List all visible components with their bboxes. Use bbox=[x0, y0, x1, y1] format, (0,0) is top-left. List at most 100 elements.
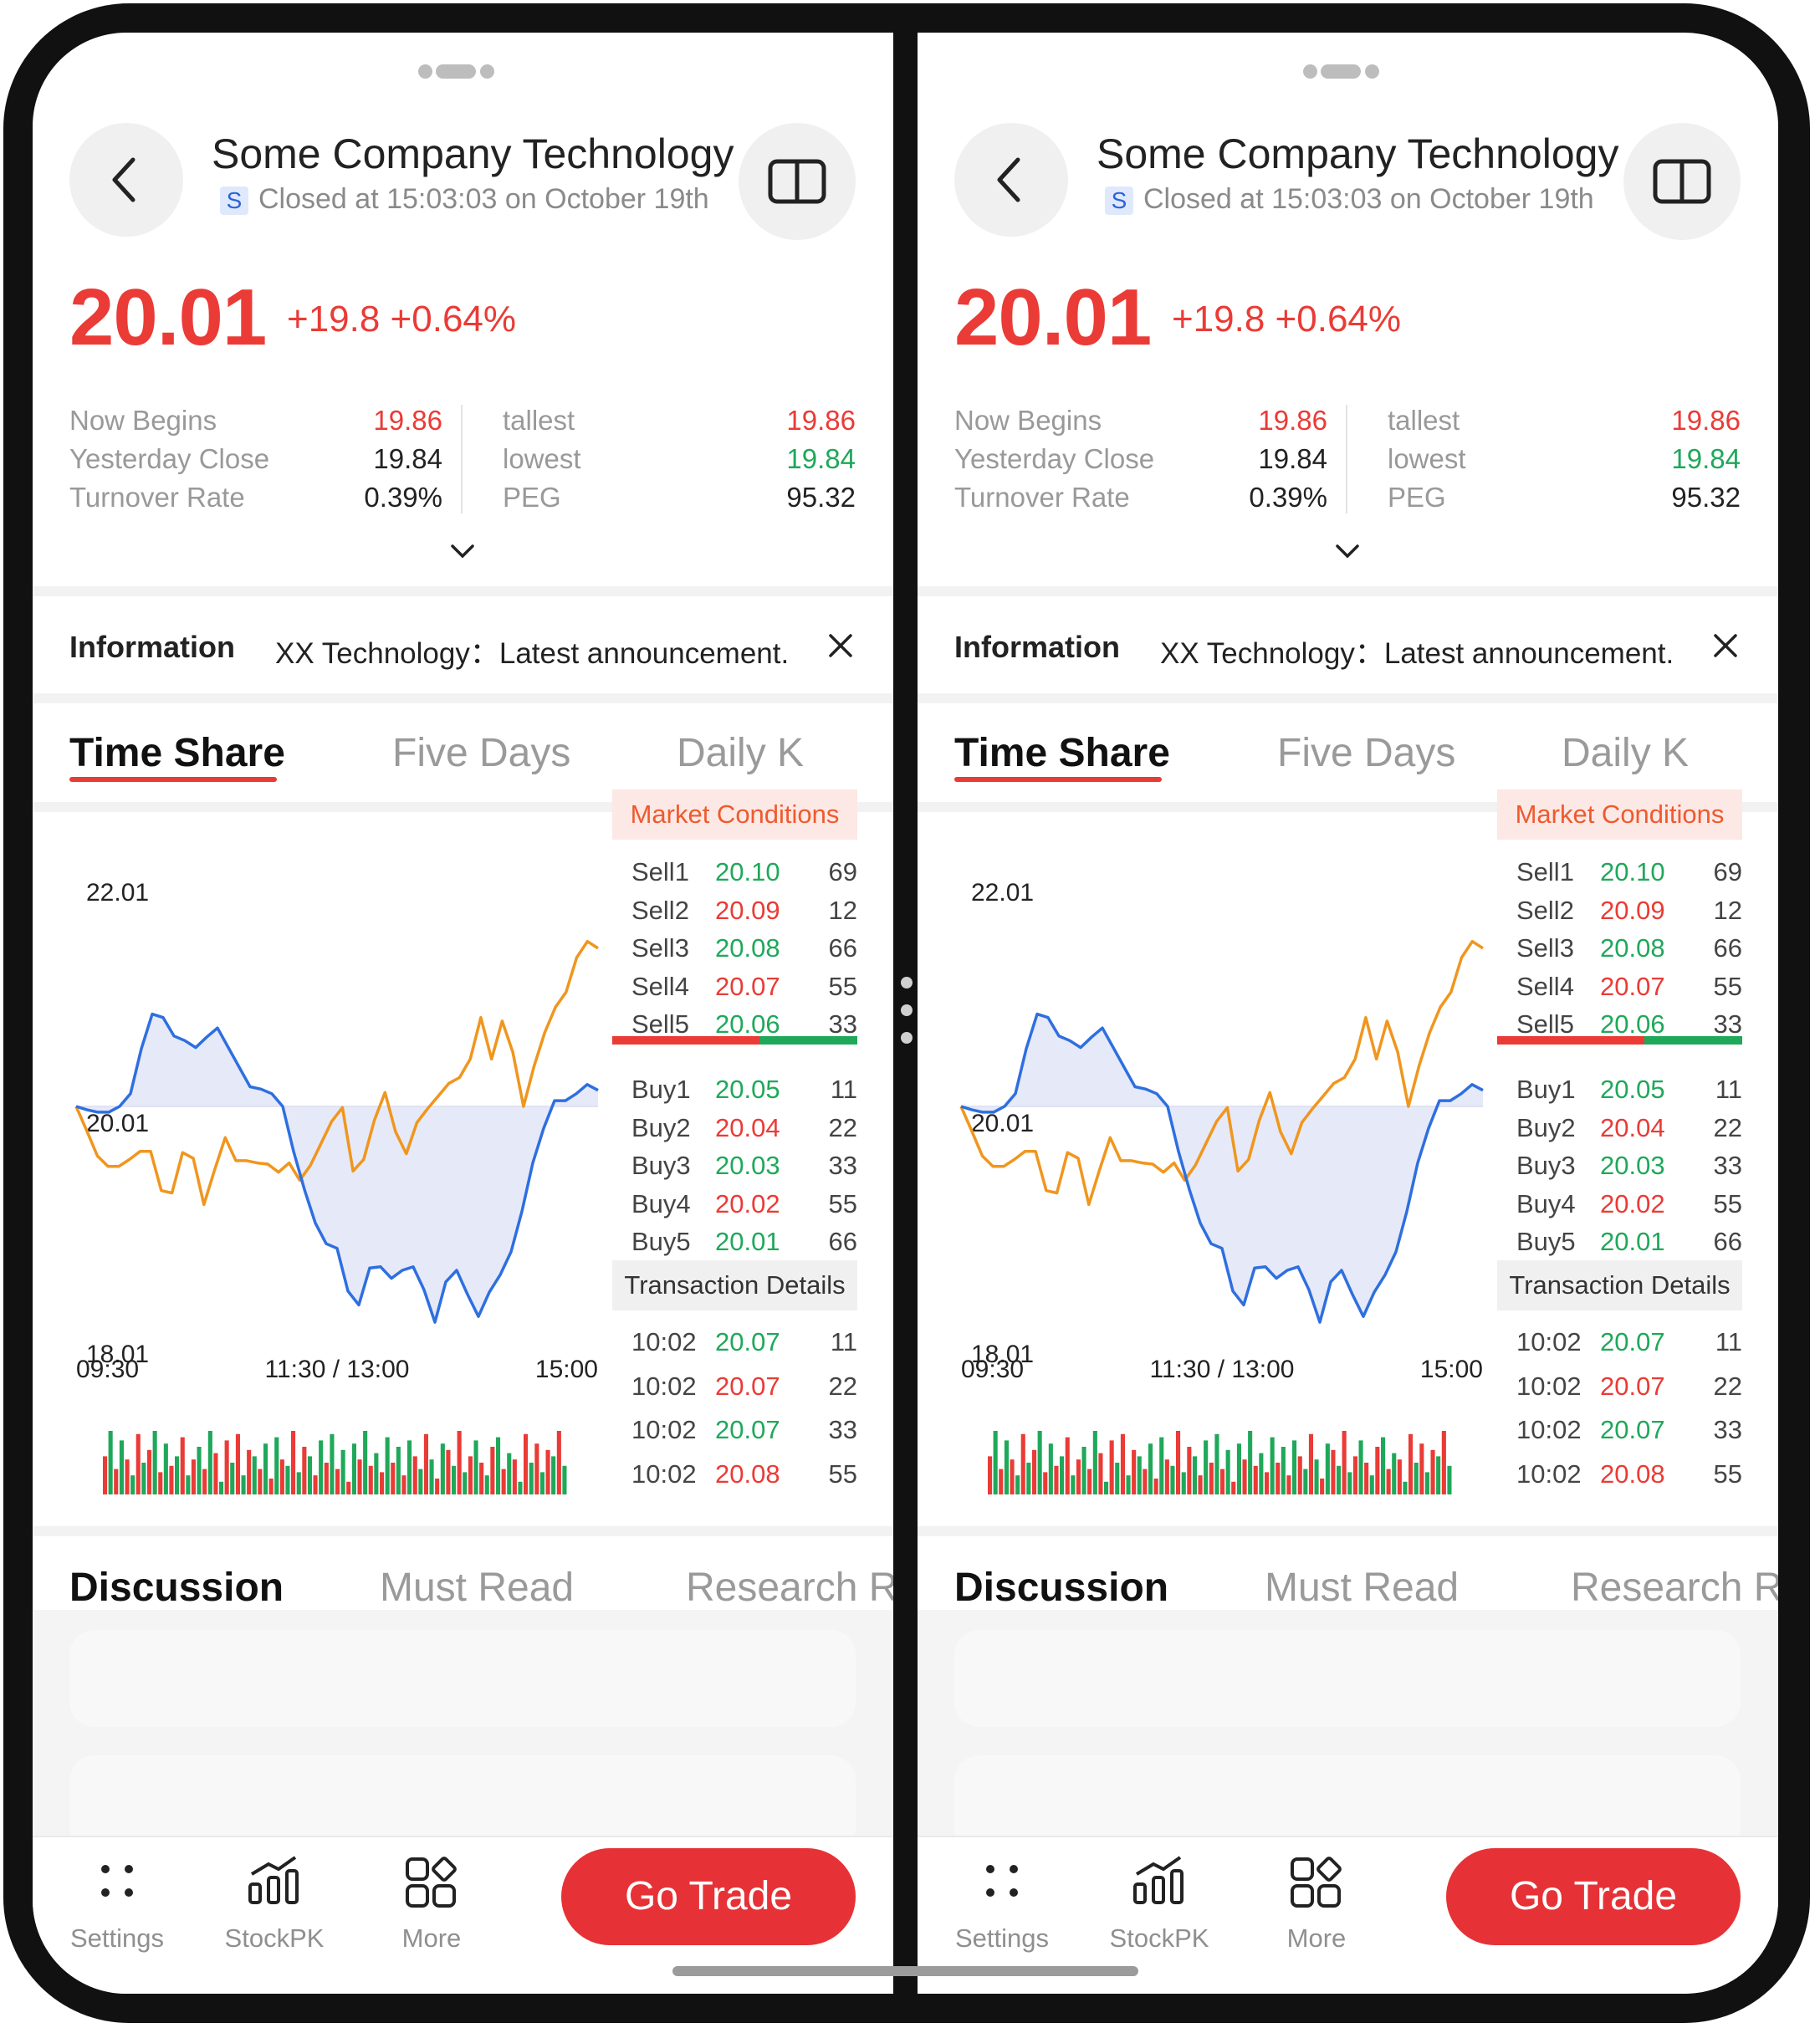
bid-row: Buy1 20.05 11 bbox=[1516, 1075, 1742, 1108]
volume-bar bbox=[1276, 1463, 1281, 1494]
quote-label: Yesterday Close bbox=[954, 443, 1155, 474]
ask-row: Sell4 20.07 55 bbox=[1516, 972, 1742, 1005]
nav-stockpk[interactable]: StockPK bbox=[1097, 1854, 1222, 1954]
info-title: Information bbox=[69, 630, 235, 664]
volume-bar bbox=[1020, 1433, 1025, 1494]
volume-bar bbox=[1170, 1465, 1175, 1494]
volume-bar bbox=[1408, 1433, 1414, 1494]
volume-bar bbox=[496, 1437, 501, 1494]
stock-name: Some Company Technology bbox=[1097, 130, 1619, 177]
buy-sell-ratio-bar bbox=[1497, 1036, 1742, 1045]
tab-time-share[interactable]: Time Share bbox=[69, 730, 285, 776]
tab-discussion[interactable]: Discussion bbox=[69, 1565, 284, 1611]
level-price: 20.10 bbox=[1600, 857, 1665, 886]
transaction-time: 10:02 bbox=[1516, 1458, 1582, 1489]
close-icon bbox=[1714, 634, 1737, 657]
volume-bar bbox=[330, 1433, 335, 1494]
nav-more[interactable]: More bbox=[369, 1854, 494, 1954]
volume-bar bbox=[440, 1443, 445, 1494]
volume-bar bbox=[1004, 1440, 1009, 1494]
volume-bar bbox=[1414, 1463, 1419, 1494]
window-grabber[interactable] bbox=[418, 64, 510, 81]
split-drag-handle[interactable] bbox=[901, 977, 913, 1044]
volume-bar bbox=[313, 1475, 318, 1494]
stock-name: Some Company Technology bbox=[212, 130, 734, 177]
buy-ratio-fill bbox=[759, 1036, 857, 1045]
volume-bar bbox=[1236, 1443, 1241, 1494]
close-announcement-button[interactable] bbox=[1712, 632, 1739, 663]
time-share-chart[interactable]: 22.0120.0118.0109:30 11:30 / 13:00 15:00 bbox=[33, 819, 610, 1504]
volume-bar bbox=[1204, 1440, 1209, 1494]
tab-daily-k[interactable]: Daily K bbox=[1562, 730, 1689, 776]
tab-five-days[interactable]: Five Days bbox=[1277, 730, 1455, 776]
expand-quote-button[interactable] bbox=[1331, 539, 1364, 569]
volume-bar bbox=[1132, 1449, 1137, 1494]
nav-more[interactable]: More bbox=[1254, 1854, 1379, 1954]
volume-bar bbox=[1026, 1463, 1031, 1494]
volume-bar bbox=[1048, 1443, 1053, 1494]
level-price: 20.01 bbox=[715, 1227, 780, 1256]
nav-stockpk[interactable]: StockPK bbox=[212, 1854, 337, 1954]
go-trade-button[interactable]: Go Trade bbox=[561, 1848, 856, 1945]
volume-bar bbox=[1242, 1459, 1247, 1494]
volume-bar bbox=[452, 1465, 457, 1494]
tab-discussion[interactable]: Discussion bbox=[954, 1565, 1168, 1611]
back-button[interactable] bbox=[954, 123, 1068, 237]
volume-bar bbox=[1104, 1481, 1109, 1494]
split-screen-button[interactable] bbox=[1623, 123, 1741, 240]
tab-must-read[interactable]: Must Read bbox=[1265, 1565, 1459, 1611]
volume-bar bbox=[1337, 1465, 1342, 1494]
tab-daily-k[interactable]: Daily K bbox=[677, 730, 804, 776]
time-share-chart[interactable]: 22.0120.0118.0109:30 11:30 / 13:00 15:00 bbox=[918, 819, 1495, 1504]
volume-bar bbox=[302, 1447, 307, 1494]
sell-ratio-fill bbox=[612, 1036, 759, 1045]
nav-settings[interactable]: Settings bbox=[939, 1854, 1065, 1954]
transaction-time: 10:02 bbox=[631, 1415, 697, 1444]
market-badge: S bbox=[220, 186, 248, 215]
level-label: Buy5 bbox=[1516, 1227, 1576, 1256]
x-tick-label: 15:00 bbox=[535, 1356, 598, 1383]
market-conditions-header: Market Conditions bbox=[612, 789, 857, 840]
nav-settings[interactable]: Settings bbox=[54, 1854, 180, 1954]
level-price: 20.04 bbox=[715, 1112, 780, 1142]
go-trade-button[interactable]: Go Trade bbox=[1446, 1848, 1741, 1945]
tab-time-share[interactable]: Time Share bbox=[954, 730, 1170, 776]
back-button[interactable] bbox=[69, 123, 183, 237]
quote-value: 95.32 bbox=[1671, 482, 1741, 513]
volume-bar bbox=[219, 1481, 224, 1494]
volume-bar bbox=[988, 1456, 993, 1494]
split-screen-button[interactable] bbox=[739, 123, 856, 240]
y-tick-label: 22.01 bbox=[971, 879, 1034, 907]
market-badge: S bbox=[1105, 186, 1133, 215]
transaction-volume: 55 bbox=[828, 1458, 857, 1489]
volume-bar bbox=[479, 1463, 484, 1494]
bid-row: Buy3 20.03 33 bbox=[631, 1151, 857, 1184]
announcement-text[interactable]: XX Technology：Latest announcement. bbox=[1160, 630, 1674, 672]
tab-research-reports[interactable]: Research Re bbox=[1571, 1565, 1778, 1611]
chevron-left-icon bbox=[997, 157, 1020, 202]
volume-bar bbox=[507, 1453, 512, 1494]
expand-quote-button[interactable] bbox=[446, 539, 479, 569]
window-grabber[interactable] bbox=[1303, 64, 1395, 81]
market-status: Closed at 15:03:03 on October 19th bbox=[1143, 183, 1594, 215]
volume-bar bbox=[1430, 1449, 1435, 1494]
home-indicator[interactable] bbox=[672, 1966, 1138, 1976]
bar-chart-icon bbox=[248, 1856, 299, 1904]
discussion-card[interactable] bbox=[954, 1630, 1741, 1727]
volume-bar bbox=[1159, 1437, 1164, 1494]
tab-research-reports[interactable]: Research Re bbox=[686, 1565, 893, 1611]
level-volume: 22 bbox=[1713, 1112, 1742, 1142]
close-announcement-button[interactable] bbox=[827, 632, 854, 663]
discussion-card[interactable] bbox=[69, 1630, 856, 1727]
quote-label: lowest bbox=[1388, 443, 1466, 474]
bid-row: Buy3 20.03 33 bbox=[1516, 1151, 1742, 1184]
buy-sell-ratio-bar bbox=[612, 1036, 857, 1045]
volume-bar bbox=[1419, 1443, 1424, 1494]
tab-must-read[interactable]: Must Read bbox=[380, 1565, 574, 1611]
announcement-text[interactable]: XX Technology：Latest announcement. bbox=[275, 630, 789, 672]
quote-value: 19.84 bbox=[373, 443, 442, 474]
split-view-icon bbox=[768, 159, 826, 204]
tab-five-days[interactable]: Five Days bbox=[392, 730, 570, 776]
volume-bar bbox=[125, 1459, 130, 1494]
dots-grid-icon bbox=[101, 1865, 133, 1897]
